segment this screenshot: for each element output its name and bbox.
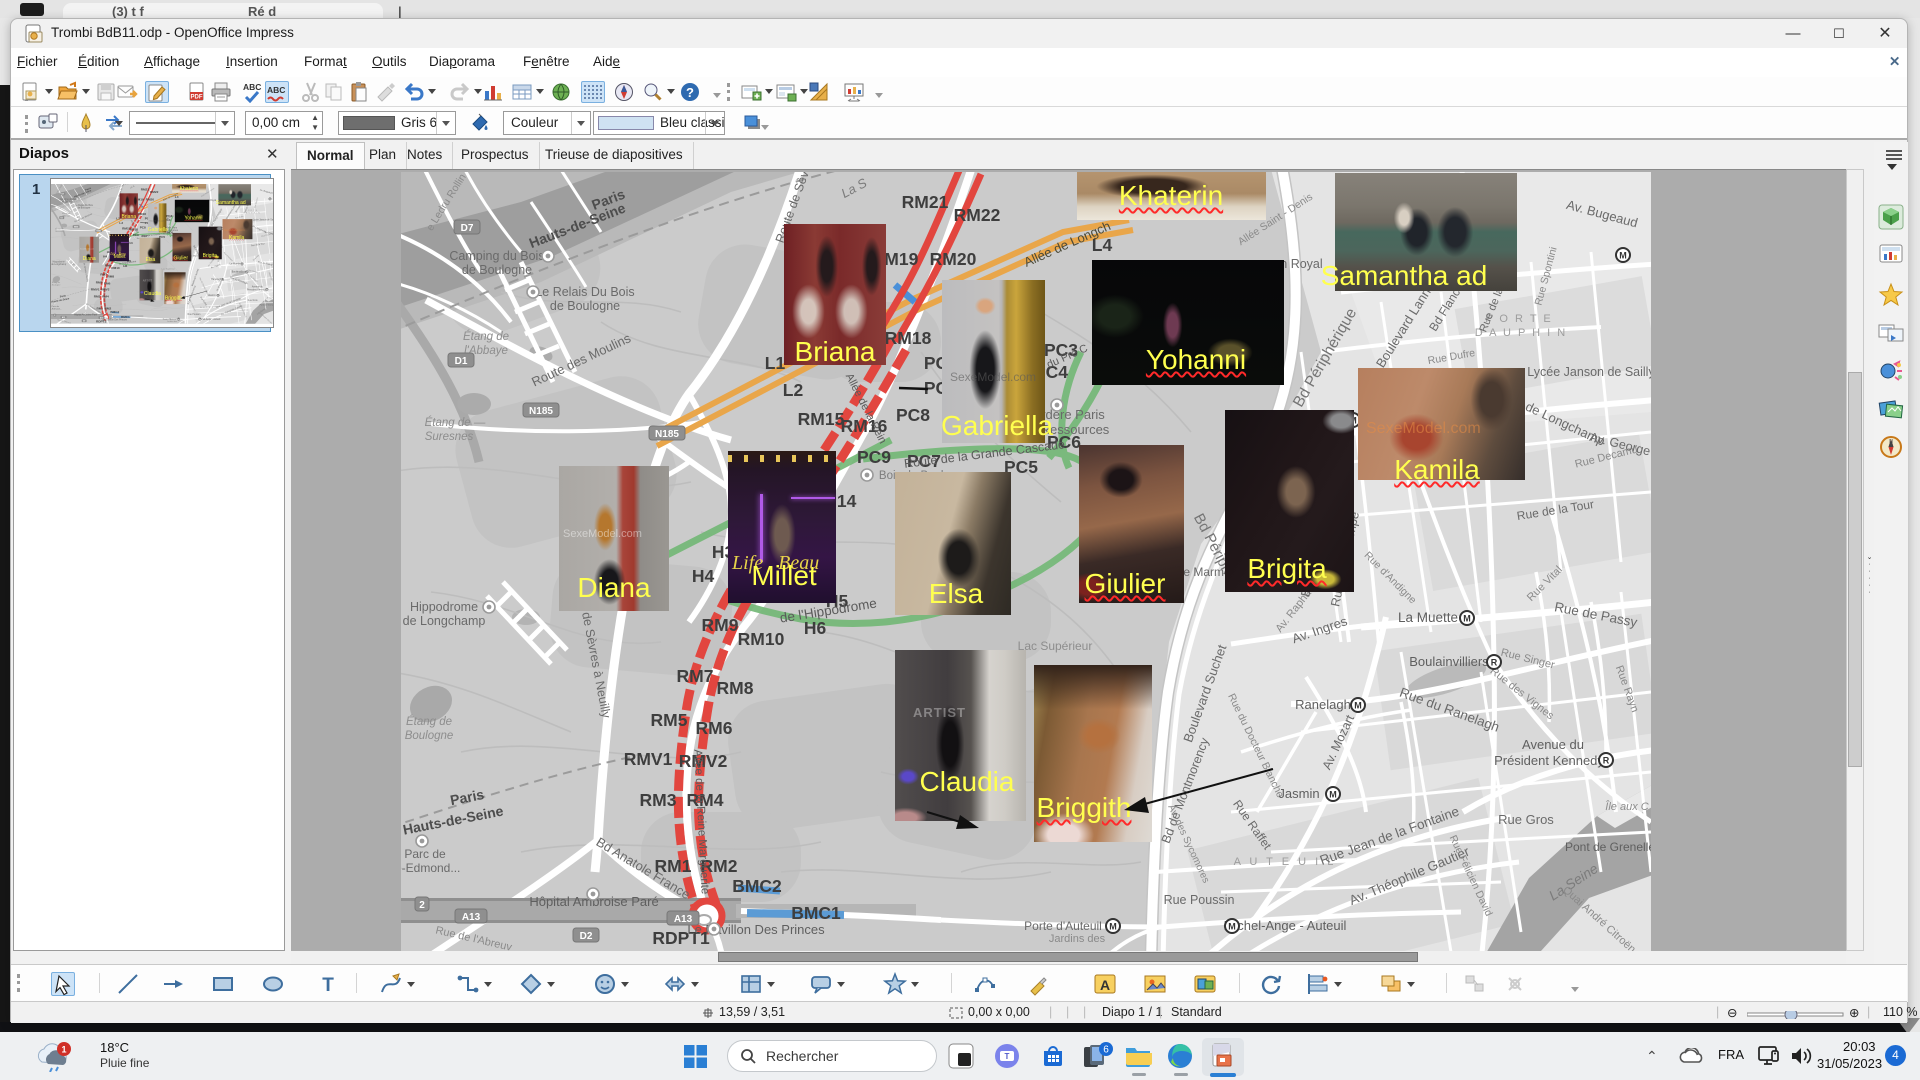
svg-text:T: T	[322, 975, 334, 996]
svg-text:ABC: ABC	[267, 85, 285, 95]
svg-text:ABC: ABC	[243, 82, 261, 92]
svg-text:1: 1	[61, 1045, 66, 1055]
svg-text:A: A	[1100, 977, 1110, 993]
svg-text:N: N	[1889, 439, 1893, 445]
svg-text:?: ?	[686, 85, 694, 100]
svg-text:6: 6	[1103, 1045, 1109, 1056]
svg-text:PDF: PDF	[191, 95, 203, 101]
svg-text:T: T	[1005, 1052, 1010, 1061]
